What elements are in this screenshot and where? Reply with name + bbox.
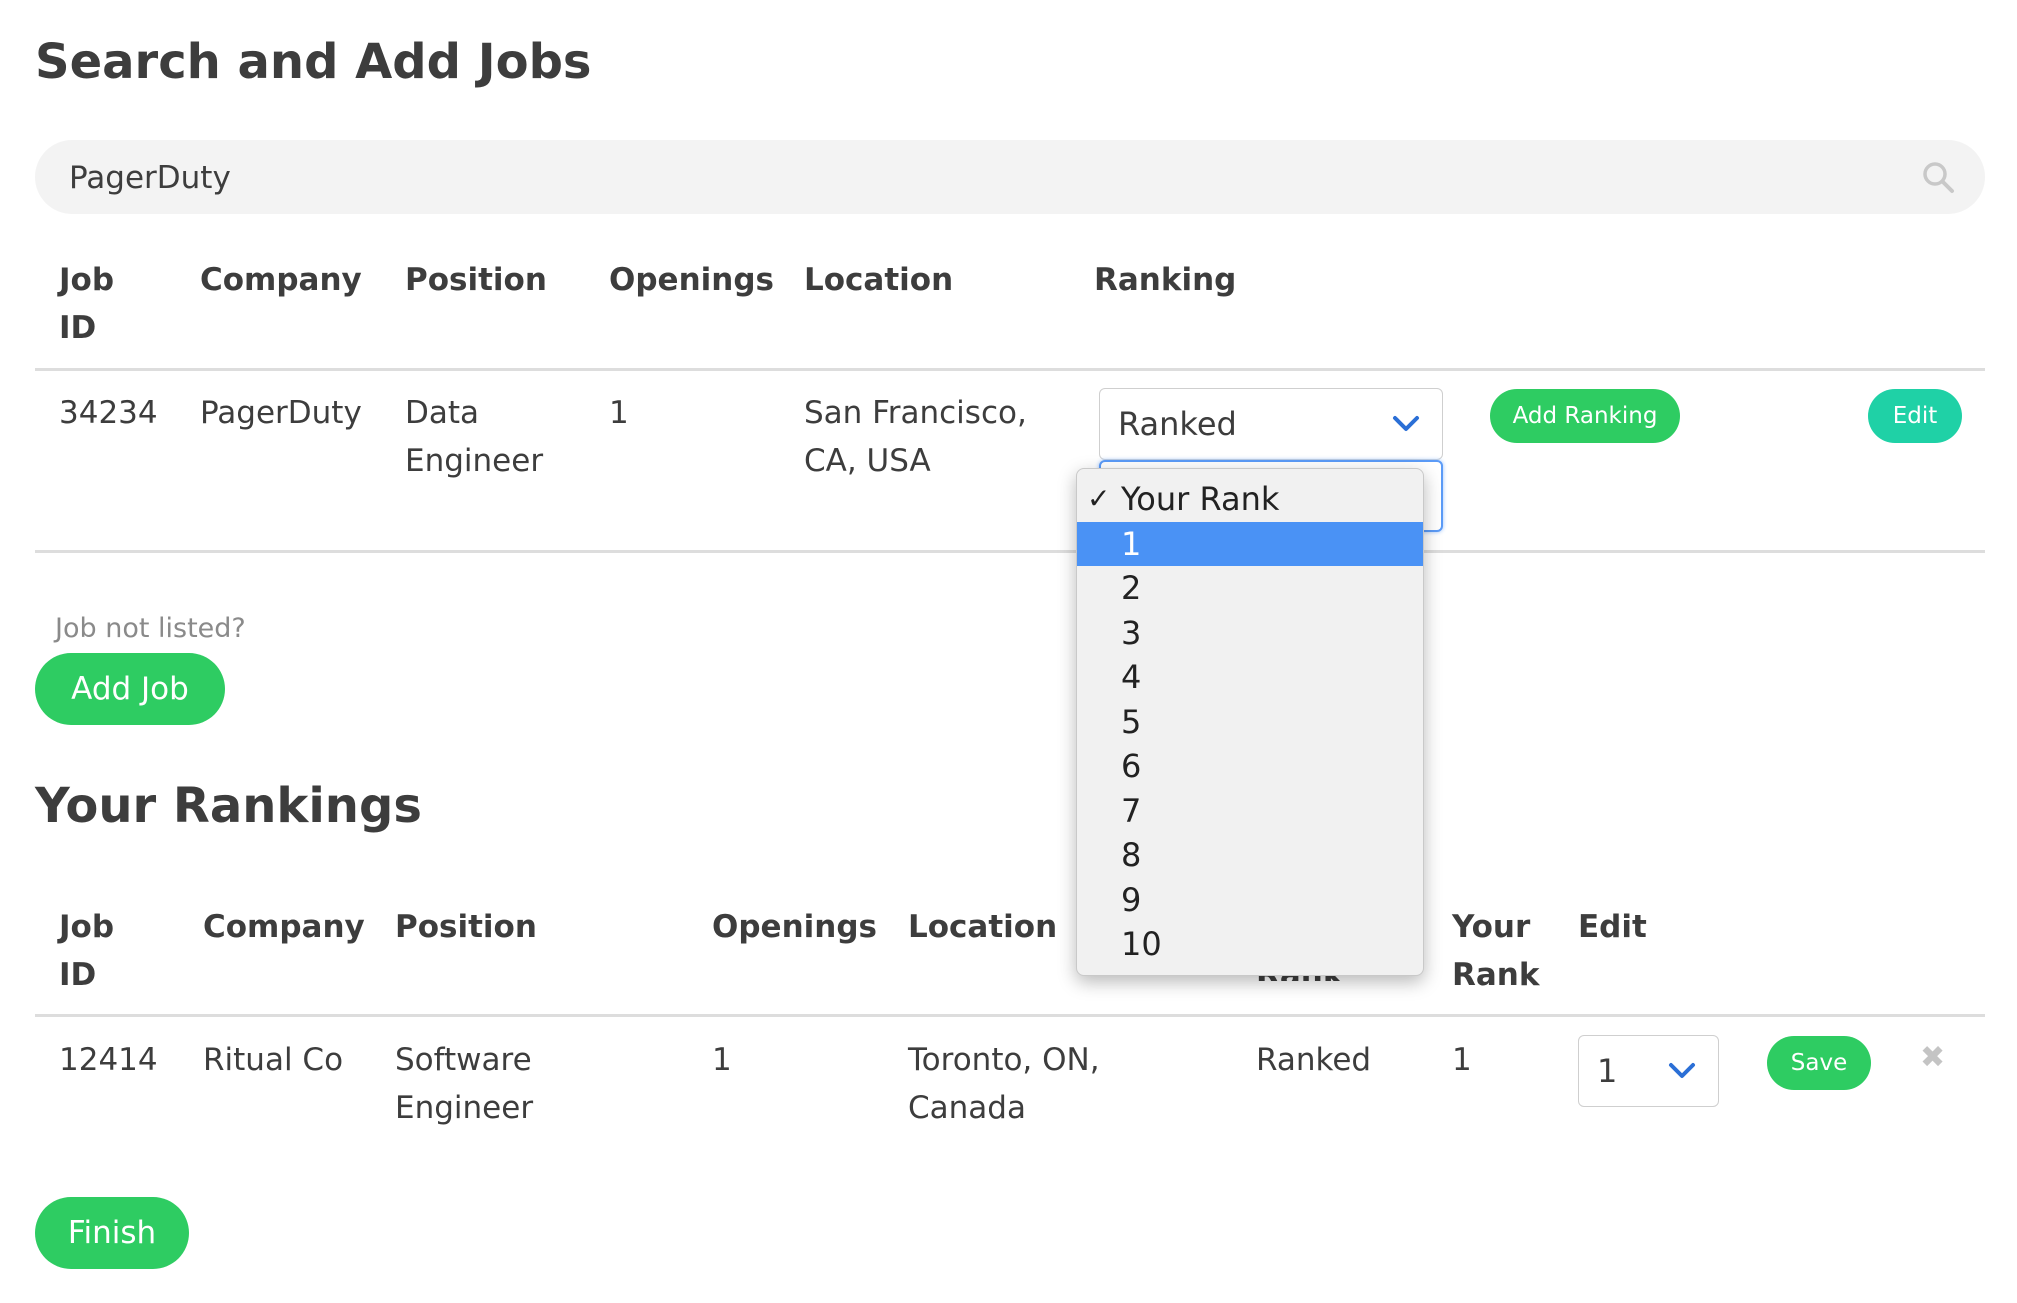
dropdown-option[interactable]: 3 — [1077, 611, 1423, 655]
dropdown-option-label: 4 — [1121, 658, 1142, 696]
add-ranking-button[interactable]: Add Ranking — [1490, 389, 1680, 443]
rank-cell-position: Software Engineer — [395, 1042, 534, 1126]
dropdown-option-label: 10 — [1121, 925, 1162, 963]
finish-button[interactable]: Finish — [35, 1197, 189, 1269]
dropdown-option[interactable]: 10 — [1077, 922, 1423, 966]
rank-header-company: Company — [203, 909, 365, 945]
search-input[interactable] — [67, 140, 1891, 216]
edit-button[interactable]: Edit — [1868, 389, 1962, 443]
table-row-divider — [35, 550, 1985, 553]
cell-openings: 1 — [609, 395, 629, 431]
rank-header-position: Position — [395, 909, 537, 945]
rank-cell-your-rank: 1 — [1452, 1042, 1472, 1078]
dropdown-option-label: Your Rank — [1121, 480, 1280, 518]
dropdown-option[interactable]: 2 — [1077, 566, 1423, 610]
rank-header-openings: Openings — [712, 909, 877, 945]
chevron-down-icon — [1669, 1063, 1695, 1078]
dropdown-option[interactable]: 8 — [1077, 833, 1423, 877]
rank-dropdown-menu: ✓ Your Rank 1 2 3 4 5 6 7 8 9 10 — [1076, 468, 1424, 976]
dropdown-option[interactable]: 7 — [1077, 789, 1423, 833]
dropdown-option-label: 6 — [1121, 747, 1142, 785]
cell-company: PagerDuty — [200, 395, 362, 431]
rankings-title: Your Rankings — [35, 778, 422, 834]
dropdown-option-label: 7 — [1121, 791, 1142, 830]
dropdown-option[interactable]: 1 — [1077, 521, 1423, 566]
search-bar — [35, 140, 1985, 216]
header-openings: Openings — [609, 262, 774, 298]
rank-cell-job-id: 12414 — [59, 1042, 158, 1078]
add-job-button[interactable]: Add Job — [35, 653, 225, 725]
table-header-divider — [35, 368, 1985, 371]
dropdown-option[interactable]: 5 — [1077, 700, 1423, 744]
chevron-down-icon — [1393, 416, 1419, 431]
cell-job-id: 34234 — [59, 395, 158, 431]
header-position: Position — [405, 262, 547, 298]
ranking-status-select[interactable]: Ranked — [1099, 388, 1443, 460]
search-icon[interactable] — [1921, 160, 1955, 194]
checkmark-icon: ✓ — [1087, 482, 1111, 515]
rankings-header-divider — [35, 1014, 1985, 1017]
dropdown-option-label: 5 — [1121, 702, 1142, 741]
header-ranking: Ranking — [1094, 262, 1237, 298]
page-title: Search and Add Jobs — [35, 34, 592, 90]
cell-position: Data Engineer — [405, 395, 544, 479]
job-not-listed-text: Job not listed? — [55, 613, 246, 644]
rank-header-job-id: Job ID — [59, 909, 115, 993]
header-location: Location — [804, 262, 954, 298]
dropdown-option-label: 1 — [1121, 524, 1142, 563]
rank-header-edit: Edit — [1578, 909, 1647, 945]
dropdown-option-label: 2 — [1121, 569, 1142, 607]
rank-edit-select[interactable]: 1 — [1578, 1035, 1719, 1107]
rank-edit-value: 1 — [1597, 1052, 1618, 1090]
rank-cell-location: Toronto, ON, Canada — [908, 1042, 1100, 1126]
rank-cell-company: Ritual Co — [203, 1042, 344, 1078]
cell-location: San Francisco, CA, USA — [804, 395, 1027, 479]
dropdown-option-label: 3 — [1121, 613, 1142, 652]
dropdown-option-label: 9 — [1121, 880, 1142, 919]
dropdown-option[interactable]: ✓ Your Rank — [1077, 477, 1423, 521]
dropdown-option[interactable]: 6 — [1077, 744, 1423, 788]
header-company: Company — [200, 262, 362, 298]
ranking-status-value: Ranked — [1118, 405, 1237, 443]
save-button[interactable]: Save — [1767, 1036, 1871, 1090]
rank-header-your-rank: Your Rank — [1452, 909, 1540, 993]
rank-cell-status: Ranked — [1256, 1042, 1372, 1078]
rank-header-location: Location — [908, 909, 1058, 945]
close-icon[interactable]: ✖ — [1920, 1040, 1945, 1075]
rank-cell-openings: 1 — [712, 1042, 732, 1078]
dropdown-option[interactable]: 4 — [1077, 655, 1423, 699]
dropdown-option[interactable]: 9 — [1077, 878, 1423, 922]
dropdown-option-label: 8 — [1121, 836, 1142, 874]
header-job-id: Job ID — [59, 262, 115, 346]
